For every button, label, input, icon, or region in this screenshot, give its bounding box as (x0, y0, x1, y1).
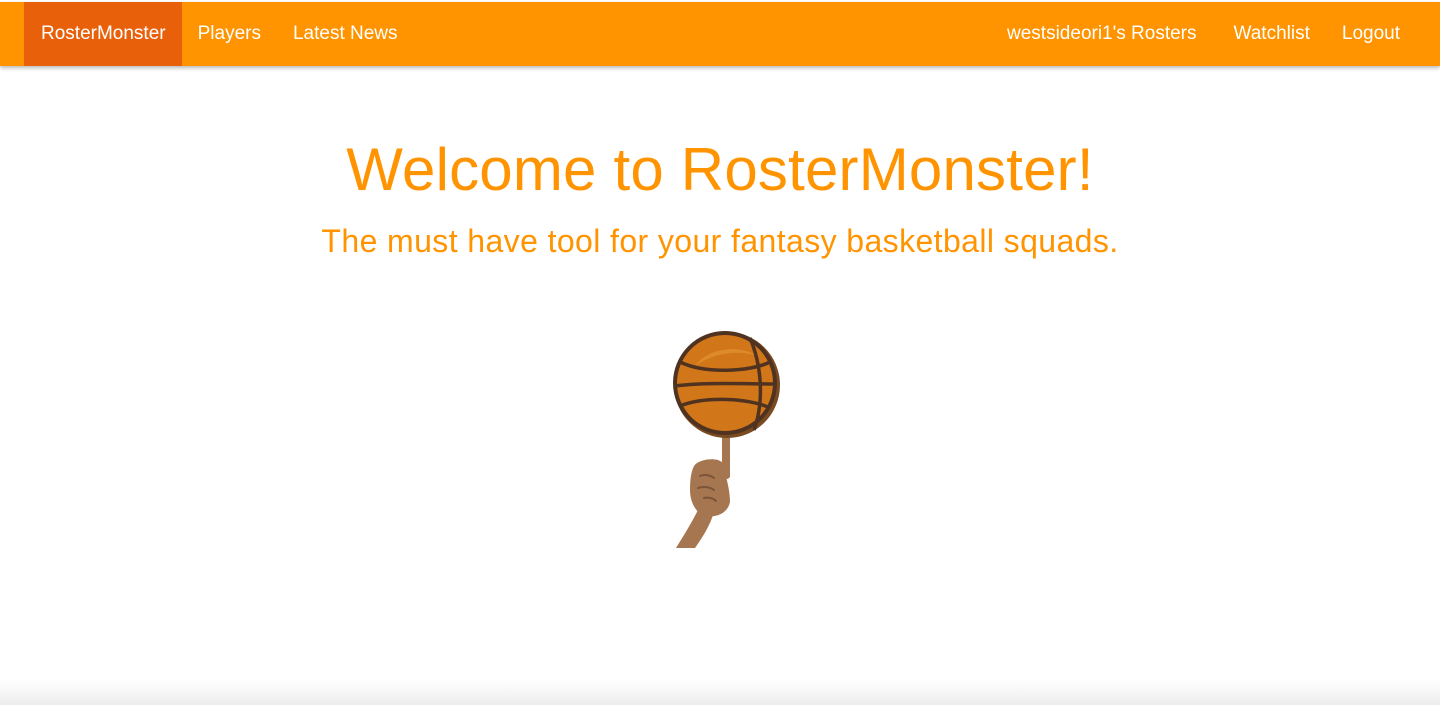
nav-link-watchlist[interactable]: Watchlist (1218, 2, 1326, 66)
bottom-shadow (0, 679, 1440, 705)
page-title: Welcome to RosterMonster! (346, 136, 1094, 203)
top-navbar: RosterMonster Players Latest News westsi… (0, 2, 1440, 66)
hero-section: Welcome to RosterMonster! The must have … (0, 66, 1440, 260)
nav-link-players[interactable]: Players (182, 2, 277, 66)
navbar-left: RosterMonster Players Latest News (24, 2, 414, 66)
nav-link-logout[interactable]: Logout (1326, 2, 1416, 66)
nav-link-latest-news[interactable]: Latest News (277, 2, 414, 66)
brand-link[interactable]: RosterMonster (24, 2, 182, 66)
navbar-right: westsideori1's Rosters Watchlist Logout (991, 2, 1416, 66)
nav-link-my-rosters[interactable]: westsideori1's Rosters (991, 2, 1217, 66)
spinning-basketball-on-finger-icon (673, 331, 780, 548)
page-subtitle: The must have tool for your fantasy bask… (321, 223, 1119, 259)
